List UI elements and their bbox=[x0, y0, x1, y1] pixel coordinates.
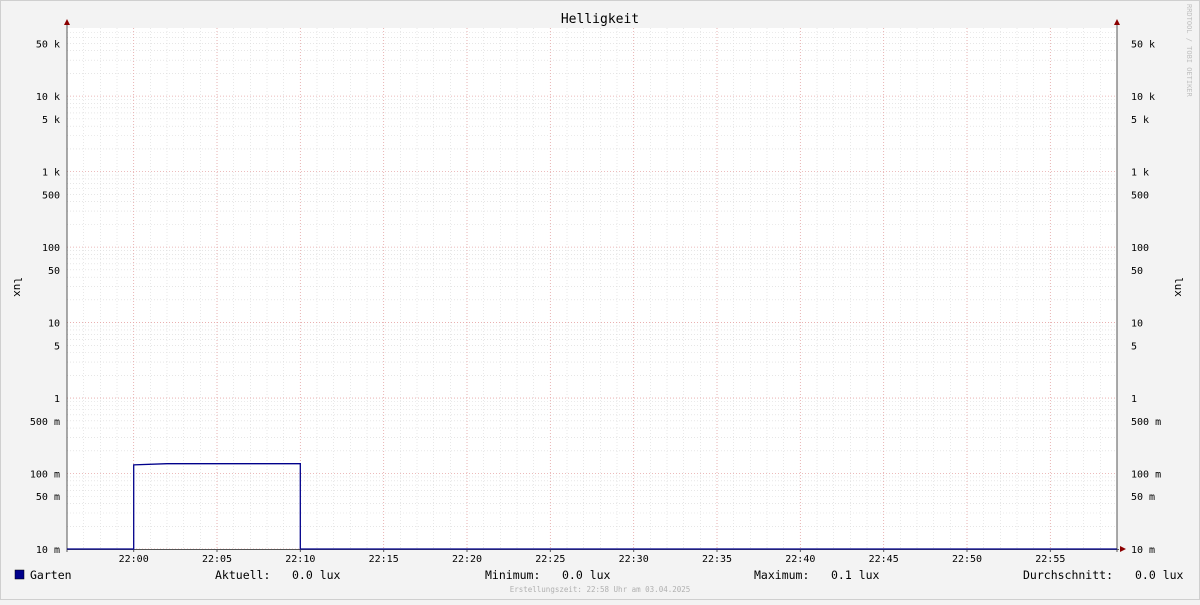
x-tick-label: 22:55 bbox=[1035, 554, 1065, 565]
chart: 50 k 10 k 5 k 1 k 500 100 50 10 5 1 500 m 100 m 50 m… bbox=[0, 0, 1200, 600]
stat-average-label: Durchschnitt: bbox=[1023, 568, 1113, 582]
y-tick-label-left: 100 bbox=[42, 243, 60, 254]
chart-svg: 50 k 10 k 5 k 1 k 500 100 50 10 5 1 500 m 100 m 50 m… bbox=[0, 0, 1200, 600]
y-tick-label-left: 5 bbox=[54, 341, 60, 352]
x-tick-label: 22:30 bbox=[619, 554, 649, 565]
y-tick-label-right: 500 bbox=[1131, 190, 1149, 201]
y-tick-label-left: 10 k bbox=[36, 92, 60, 103]
stat-current-value: 0.0 lux bbox=[292, 568, 341, 582]
watermark: RRDTOOL / TOBI OETIKER bbox=[1185, 4, 1193, 98]
x-tick-label: 22:35 bbox=[702, 554, 732, 565]
x-tick-label: 22:10 bbox=[285, 554, 315, 565]
y-tick-label-left: 10 bbox=[48, 319, 60, 330]
y-tick-label-left: 50 k bbox=[36, 39, 60, 50]
y-tick-label-right: 500 m bbox=[1131, 417, 1161, 428]
y-tick-label-right: 5 bbox=[1131, 341, 1137, 352]
y-tick-label-right: 10 bbox=[1131, 319, 1143, 330]
y-axis-label-right: lux bbox=[1172, 277, 1185, 297]
stat-average-value: 0.0 lux bbox=[1135, 568, 1184, 582]
y-tick-label-right: 1 bbox=[1131, 394, 1137, 405]
x-tick-label: 22:40 bbox=[785, 554, 815, 565]
y-tick-label-right: 50 k bbox=[1131, 39, 1155, 50]
stat-minimum-label: Minimum: bbox=[485, 568, 540, 582]
footer-timestamp: Erstellungszeit: 22:58 Uhr am 03.04.2025 bbox=[510, 585, 691, 594]
y-tick-label-right: 50 bbox=[1131, 266, 1143, 277]
stat-minimum-value: 0.0 lux bbox=[562, 568, 611, 582]
y-tick-label-right: 10 m bbox=[1131, 545, 1155, 556]
chart-title: Helligkeit bbox=[561, 12, 639, 27]
y-tick-label-left: 10 m bbox=[36, 545, 60, 556]
y-tick-label-right: 50 m bbox=[1131, 492, 1155, 503]
stat-maximum-value: 0.1 lux bbox=[831, 568, 880, 582]
y-tick-label-right: 10 k bbox=[1131, 92, 1155, 103]
legend-swatch bbox=[14, 569, 25, 580]
stat-maximum-label: Maximum: bbox=[754, 568, 809, 582]
y-tick-label-left: 500 m bbox=[30, 417, 60, 428]
y-axis-label-left: lux bbox=[11, 277, 24, 297]
y-tick-label-left: 1 k bbox=[42, 168, 60, 179]
y-tick-label-left: 50 bbox=[48, 266, 60, 277]
x-tick-label: 22:50 bbox=[952, 554, 982, 565]
y-tick-label-left: 5 k bbox=[42, 115, 60, 126]
x-tick-label: 22:20 bbox=[452, 554, 482, 565]
x-tick-label: 22:25 bbox=[535, 554, 565, 565]
stat-current-label: Aktuell: bbox=[215, 568, 270, 582]
y-tick-label-right: 5 k bbox=[1131, 115, 1149, 126]
y-tick-label-right: 100 bbox=[1131, 243, 1149, 254]
y-tick-label-right: 1 k bbox=[1131, 168, 1149, 179]
x-tick-label: 22:15 bbox=[369, 554, 399, 565]
legend-series-label: Garten bbox=[30, 568, 72, 582]
x-tick-label: 22:05 bbox=[202, 554, 232, 565]
y-tick-label-left: 100 m bbox=[30, 470, 60, 481]
x-tick-label: 22:00 bbox=[119, 554, 149, 565]
plot-area bbox=[67, 28, 1117, 549]
y-tick-label-left: 50 m bbox=[36, 492, 60, 503]
y-tick-label-left: 500 bbox=[42, 190, 60, 201]
x-tick-label: 22:45 bbox=[869, 554, 899, 565]
y-tick-label-right: 100 m bbox=[1131, 470, 1161, 481]
y-tick-label-left: 1 bbox=[54, 394, 60, 405]
